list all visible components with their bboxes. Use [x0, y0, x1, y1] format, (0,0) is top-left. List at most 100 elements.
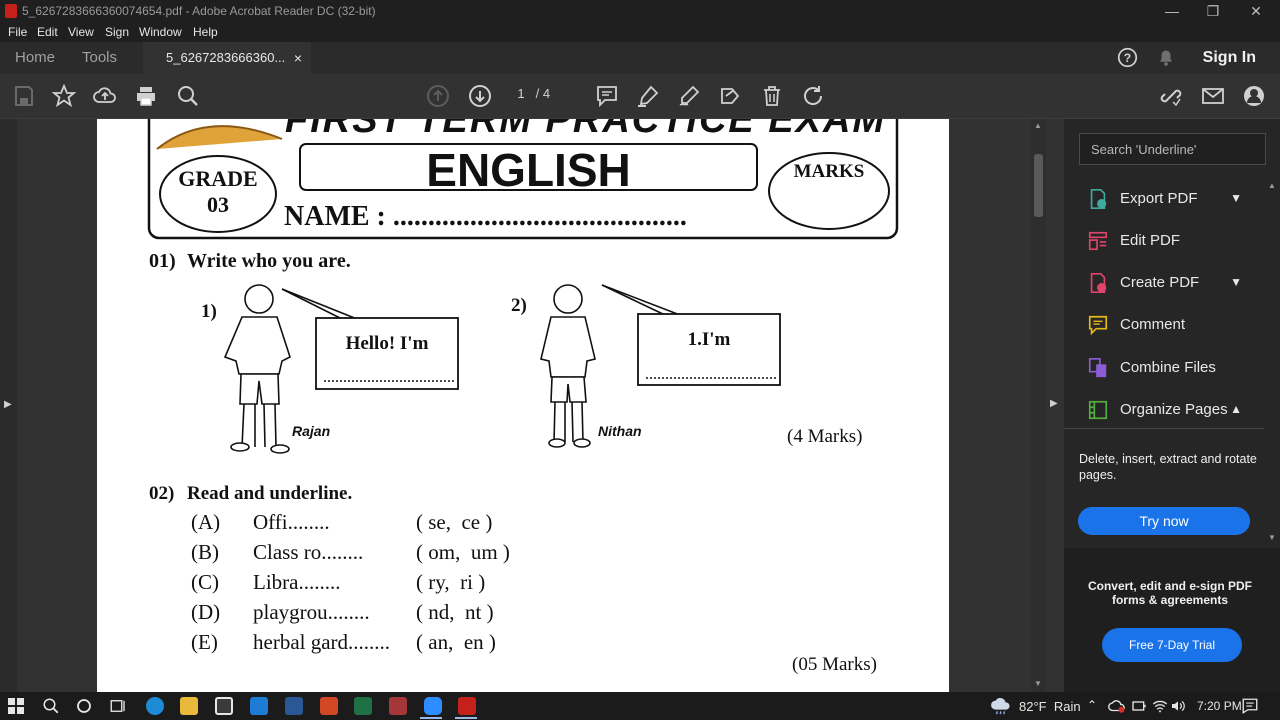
- previous-page-icon[interactable]: [426, 84, 450, 108]
- menu-view[interactable]: View: [68, 25, 94, 39]
- excel-icon[interactable]: [354, 697, 372, 715]
- active-app-indicator: [420, 717, 442, 719]
- share-link-icon[interactable]: [1159, 84, 1183, 108]
- scroll-up-icon[interactable]: ▲: [1034, 121, 1042, 130]
- zoom-app-icon[interactable]: [424, 697, 442, 715]
- clock-time[interactable]: 7:20 PM: [1197, 699, 1242, 713]
- tool-organize-pages[interactable]: Organize Pages ▲: [1064, 389, 1264, 431]
- tool-export-pdf[interactable]: Export PDF ▼: [1064, 178, 1264, 220]
- active-app-indicator: [455, 717, 477, 719]
- store-icon[interactable]: [215, 697, 233, 715]
- minimize-button[interactable]: —: [1152, 1, 1192, 21]
- q2-word: herbal gard........: [253, 630, 391, 654]
- mail-icon[interactable]: [250, 697, 268, 715]
- close-window-button[interactable]: ✕: [1236, 1, 1276, 21]
- q2-word: Class ro........: [253, 540, 364, 564]
- chevron-up-icon[interactable]: ▲: [1230, 402, 1242, 416]
- menu-bar: File Edit View Sign Window Help: [0, 22, 1280, 42]
- fill-sign-icon[interactable]: [718, 84, 742, 108]
- close-tab-icon[interactable]: ×: [294, 42, 302, 74]
- draw-pen-icon[interactable]: [677, 84, 701, 108]
- show-hidden-icons-chevron-icon[interactable]: ⌃: [1087, 698, 1097, 712]
- help-icon[interactable]: ?: [1117, 47, 1138, 68]
- q2-options: ( an, en ): [416, 630, 496, 654]
- q2-row-a: (A) Offi........ ( se, ce ): [191, 510, 751, 540]
- trash-icon[interactable]: [760, 84, 784, 108]
- weather-text[interactable]: 82°F Rain: [1019, 699, 1081, 714]
- rotate-icon[interactable]: [801, 84, 825, 108]
- tool-label: Edit PDF: [1120, 232, 1181, 249]
- restore-button[interactable]: ❐: [1193, 1, 1233, 21]
- try-now-button[interactable]: Try now: [1078, 507, 1250, 535]
- wifi-icon[interactable]: [1152, 698, 1168, 714]
- edit-pdf-icon: [1088, 231, 1108, 251]
- bookmark-star-icon[interactable]: [51, 83, 77, 108]
- q2-letter: (D): [191, 600, 221, 624]
- tool-label: Create PDF: [1120, 274, 1200, 291]
- access-icon[interactable]: [389, 697, 407, 715]
- scroll-thumb[interactable]: [1034, 154, 1043, 217]
- upload-cloud-icon[interactable]: [93, 84, 117, 108]
- document-scrollbar[interactable]: ▲ ▼: [1031, 119, 1046, 692]
- q1-marks: (4 Marks): [787, 426, 863, 447]
- cloud-sync-icon[interactable]: [1108, 698, 1126, 714]
- q2-options: ( ry, ri ): [416, 570, 486, 594]
- sign-in-button[interactable]: Sign In: [1203, 49, 1256, 67]
- account-icon[interactable]: [1242, 84, 1266, 108]
- menu-file[interactable]: File: [8, 25, 27, 39]
- menu-sign[interactable]: Sign: [105, 25, 129, 39]
- title-bar: 5_6267283666360074654.pdf - Adobe Acroba…: [0, 0, 1280, 22]
- volume-icon[interactable]: [1170, 698, 1186, 714]
- q2-row-d: (D) playgrou........ ( nd, nt ): [191, 600, 751, 630]
- task-view-icon[interactable]: [109, 697, 127, 715]
- tool-comment[interactable]: Comment: [1064, 304, 1264, 346]
- promo-text: Convert, edit and e-sign PDF forms & agr…: [1087, 579, 1252, 607]
- acrobat-taskbar-icon[interactable]: [458, 697, 476, 715]
- windows-start-icon[interactable]: [8, 698, 24, 714]
- file-explorer-icon[interactable]: [180, 697, 198, 715]
- cortana-icon[interactable]: [76, 698, 92, 714]
- menu-edit[interactable]: Edit: [37, 25, 58, 39]
- scroll-down-icon[interactable]: ▼: [1034, 679, 1042, 688]
- q1-item2-speech: 1.I'm: [687, 329, 731, 350]
- email-icon[interactable]: [1201, 84, 1225, 108]
- page-number-input[interactable]: 1: [510, 86, 532, 101]
- comment-tool-icon[interactable]: [595, 84, 619, 108]
- bell-icon[interactable]: [1157, 48, 1175, 68]
- chevron-down-icon[interactable]: ▼: [1230, 275, 1242, 289]
- q2-word: Libra........: [253, 570, 341, 594]
- edge-icon[interactable]: [146, 697, 164, 715]
- q2-row-e: (E) herbal gard........ ( an, en ): [191, 630, 751, 660]
- search-icon[interactable]: [42, 697, 60, 715]
- window-title: 5_6267283666360074654.pdf - Adobe Acroba…: [22, 4, 376, 18]
- tab-document[interactable]: 5_6267283666360... ×: [143, 42, 311, 74]
- word-icon[interactable]: [285, 697, 303, 715]
- tool-combine-files[interactable]: Combine Files: [1064, 347, 1264, 389]
- tool-edit-pdf[interactable]: Edit PDF: [1064, 220, 1264, 262]
- tab-tools[interactable]: Tools: [82, 42, 117, 74]
- menu-window[interactable]: Window: [139, 25, 182, 39]
- tab-home[interactable]: Home: [15, 42, 55, 74]
- main-toolbar: 1 / 4: [0, 74, 1280, 119]
- notification-center-icon[interactable]: [1241, 697, 1259, 715]
- tools-pane-scrollbar[interactable]: ▲ ▼: [1264, 181, 1280, 547]
- highlight-pen-icon[interactable]: [636, 84, 660, 108]
- expand-left-pane-icon[interactable]: ▶: [4, 399, 12, 410]
- next-page-icon[interactable]: [468, 84, 492, 108]
- q2-letter: (B): [191, 540, 219, 564]
- tool-create-pdf[interactable]: Create PDF ▼: [1064, 262, 1264, 304]
- save-icon[interactable]: [12, 84, 36, 108]
- print-icon[interactable]: [134, 84, 158, 108]
- organize-pages-icon: [1088, 400, 1108, 420]
- scroll-down-icon[interactable]: ▼: [1268, 533, 1276, 542]
- collapse-right-pane-icon[interactable]: ▶: [1050, 398, 1058, 409]
- zoom-search-icon[interactable]: [176, 84, 200, 108]
- menu-help[interactable]: Help: [193, 25, 218, 39]
- tools-search-input[interactable]: Search 'Underline': [1079, 133, 1266, 165]
- battery-icon[interactable]: [1131, 698, 1147, 714]
- free-trial-button[interactable]: Free 7-Day Trial: [1102, 628, 1242, 662]
- q2-marks: (05 Marks): [792, 654, 877, 675]
- scroll-up-icon[interactable]: ▲: [1268, 181, 1276, 190]
- powerpoint-icon[interactable]: [320, 697, 338, 715]
- chevron-down-icon[interactable]: ▼: [1230, 191, 1242, 205]
